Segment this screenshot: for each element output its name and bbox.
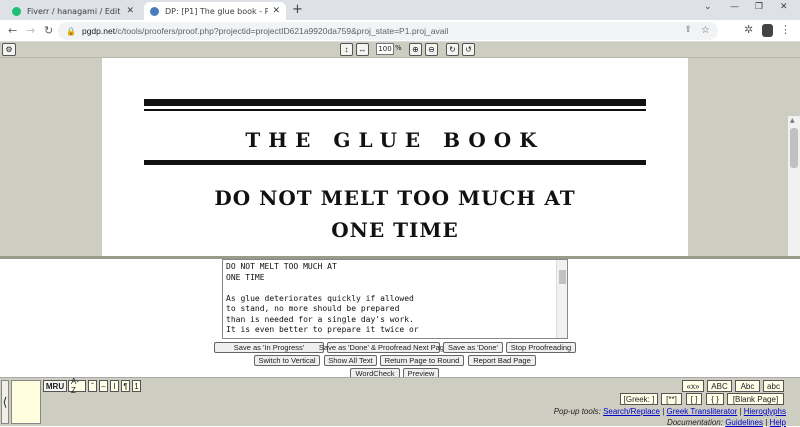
- scroll-up-icon[interactable]: ▲: [790, 117, 795, 124]
- browser-tab-strip: Fiverr / hanagami / Edit Gig ✕ DP: [P1] …: [0, 0, 800, 20]
- zoom-in-icon[interactable]: ⊕: [409, 43, 422, 56]
- popup-tools-line: Pop-up tools: Search/Replace | Greek Tra…: [553, 407, 786, 416]
- number-button[interactable]: 1: [132, 380, 141, 392]
- menu-kebab-icon[interactable]: ⋮: [780, 23, 791, 36]
- popup-tools-label: Pop-up tools:: [553, 407, 601, 416]
- restore-icon[interactable]: ❐: [755, 2, 763, 12]
- hieroglyphs-link[interactable]: Hieroglyphs: [744, 407, 786, 416]
- search-replace-link[interactable]: Search/Replace: [603, 407, 660, 416]
- bracket-markup-button[interactable]: [ ]: [686, 393, 702, 405]
- proofing-toolbox: ⟨ MRU A-Z ˆ – I ¶ 1 «x» ABC Abc abc [Gre…: [0, 377, 800, 427]
- bookmark-star-icon[interactable]: ☆: [701, 25, 710, 36]
- rotate-counterclockwise-icon[interactable]: ↺: [462, 43, 475, 56]
- close-tab-icon[interactable]: ✕: [126, 6, 134, 16]
- tab-title: Fiverr / hanagami / Edit Gig: [27, 6, 122, 16]
- lowercase-button[interactable]: abc: [763, 380, 784, 392]
- stop-proofreading-button[interactable]: Stop Proofreading: [506, 342, 576, 353]
- greek-markup-button[interactable]: [Greek: ]: [620, 393, 658, 405]
- fit-height-icon[interactable]: ↕: [340, 43, 353, 56]
- switch-vertical-button[interactable]: Switch to Vertical: [254, 355, 320, 366]
- remove-markup-button[interactable]: «x»: [682, 380, 704, 392]
- extensions-icon[interactable]: ✲: [744, 23, 753, 36]
- close-tab-icon[interactable]: ✕: [272, 6, 280, 16]
- settings-gear-icon[interactable]: ⚙: [2, 43, 16, 56]
- profile-avatar[interactable]: [762, 24, 773, 37]
- scrollbar-thumb[interactable]: [790, 128, 798, 168]
- scan-rule-top-thin: [144, 109, 646, 111]
- character-display-box: [11, 380, 41, 424]
- accent-button[interactable]: ˆ: [88, 380, 97, 392]
- mru-button[interactable]: MRU: [43, 380, 67, 392]
- address-bar[interactable]: 🔒 pgdp.net/c/tools/proofers/proof.php?pr…: [58, 22, 718, 40]
- browser-toolbar: ← → ↻ 🔒 pgdp.net/c/tools/proofers/proof.…: [0, 20, 800, 42]
- tab-fiverr[interactable]: Fiverr / hanagami / Edit Gig ✕: [6, 2, 140, 20]
- zoom-input[interactable]: 100: [376, 43, 394, 55]
- page-scan-image: THE GLUE BOOK DO NOT MELT TOO MUCH AT ON…: [102, 58, 688, 256]
- pilcrow-button[interactable]: ¶: [121, 380, 130, 392]
- save-done-next-button[interactable]: Save as 'Done' & Proofread Next Page: [319, 342, 448, 353]
- scan-heading-line2: ONE TIME: [331, 218, 459, 242]
- roman-button[interactable]: I: [110, 380, 119, 392]
- brace-markup-button[interactable]: { }: [706, 393, 724, 405]
- scan-book-title: THE GLUE BOOK: [245, 128, 545, 152]
- titlecase-button[interactable]: Abc: [735, 380, 760, 392]
- url-path: /c/tools/proofers/proof.php?projectid=pr…: [115, 26, 449, 36]
- scan-rule-bottom: [144, 160, 646, 165]
- tab-title: DP: [P1] The glue book - Proofre: [165, 6, 269, 16]
- rotate-clockwise-icon[interactable]: ↻: [446, 43, 459, 56]
- fit-width-icon[interactable]: ↔: [356, 43, 369, 56]
- dash-button[interactable]: –: [99, 380, 108, 392]
- proofreading-textarea[interactable]: DO NOT MELT TOO MUCH AT ONE TIME As glue…: [222, 259, 568, 339]
- toolbox-collapse-handle[interactable]: ⟨: [1, 380, 9, 424]
- greek-transliterator-link[interactable]: Greek Transliterator: [667, 407, 738, 416]
- note-markup-button[interactable]: [**]: [661, 393, 682, 405]
- tab-search-icon[interactable]: ⌄: [704, 2, 712, 12]
- back-icon[interactable]: ←: [8, 24, 17, 37]
- forward-icon[interactable]: →: [26, 24, 35, 37]
- uppercase-button[interactable]: ABC: [707, 380, 732, 392]
- tab-pgdp[interactable]: DP: [P1] The glue book - Proofre ✕: [144, 2, 286, 20]
- minimize-icon[interactable]: —: [730, 2, 739, 12]
- share-icon[interactable]: ⇪: [684, 25, 692, 35]
- show-all-text-button[interactable]: Show All Text: [324, 355, 377, 366]
- fiverr-favicon-icon: [12, 6, 21, 16]
- az-button[interactable]: A-Z: [68, 377, 86, 395]
- report-bad-page-button[interactable]: Report Bad Page: [468, 355, 536, 366]
- zoom-out-icon[interactable]: ⊖: [425, 43, 438, 56]
- save-in-progress-button[interactable]: Save as 'In Progress': [214, 342, 324, 353]
- return-page-button[interactable]: Return Page to Round: [380, 355, 464, 366]
- scan-rule-top-thick: [144, 99, 646, 106]
- save-done-button[interactable]: Save as 'Done': [443, 342, 503, 353]
- new-tab-button[interactable]: +: [292, 2, 303, 17]
- scan-heading-line1: DO NOT MELT TOO MUCH AT: [214, 186, 576, 210]
- proofing-control-bar: ⚙ ↕ ↔ 100 % ⊕ ⊖ ↻ ↺: [0, 42, 800, 58]
- textarea-scrollbar[interactable]: [556, 260, 567, 338]
- scrollbar-thumb[interactable]: [559, 270, 566, 284]
- url-host: pgdp.net: [81, 26, 116, 36]
- lock-icon: 🔒: [66, 26, 76, 36]
- zoom-unit: %: [395, 44, 402, 52]
- text-pane: DO NOT MELT TOO MUCH AT ONE TIME As glue…: [0, 259, 800, 379]
- pgdp-favicon-icon: [150, 6, 159, 16]
- close-window-icon[interactable]: ✕: [780, 2, 788, 12]
- blank-page-button[interactable]: [Blank Page]: [727, 393, 784, 405]
- reload-icon[interactable]: ↻: [44, 24, 53, 37]
- page-image-area: THE GLUE BOOK DO NOT MELT TOO MUCH AT ON…: [0, 58, 800, 314]
